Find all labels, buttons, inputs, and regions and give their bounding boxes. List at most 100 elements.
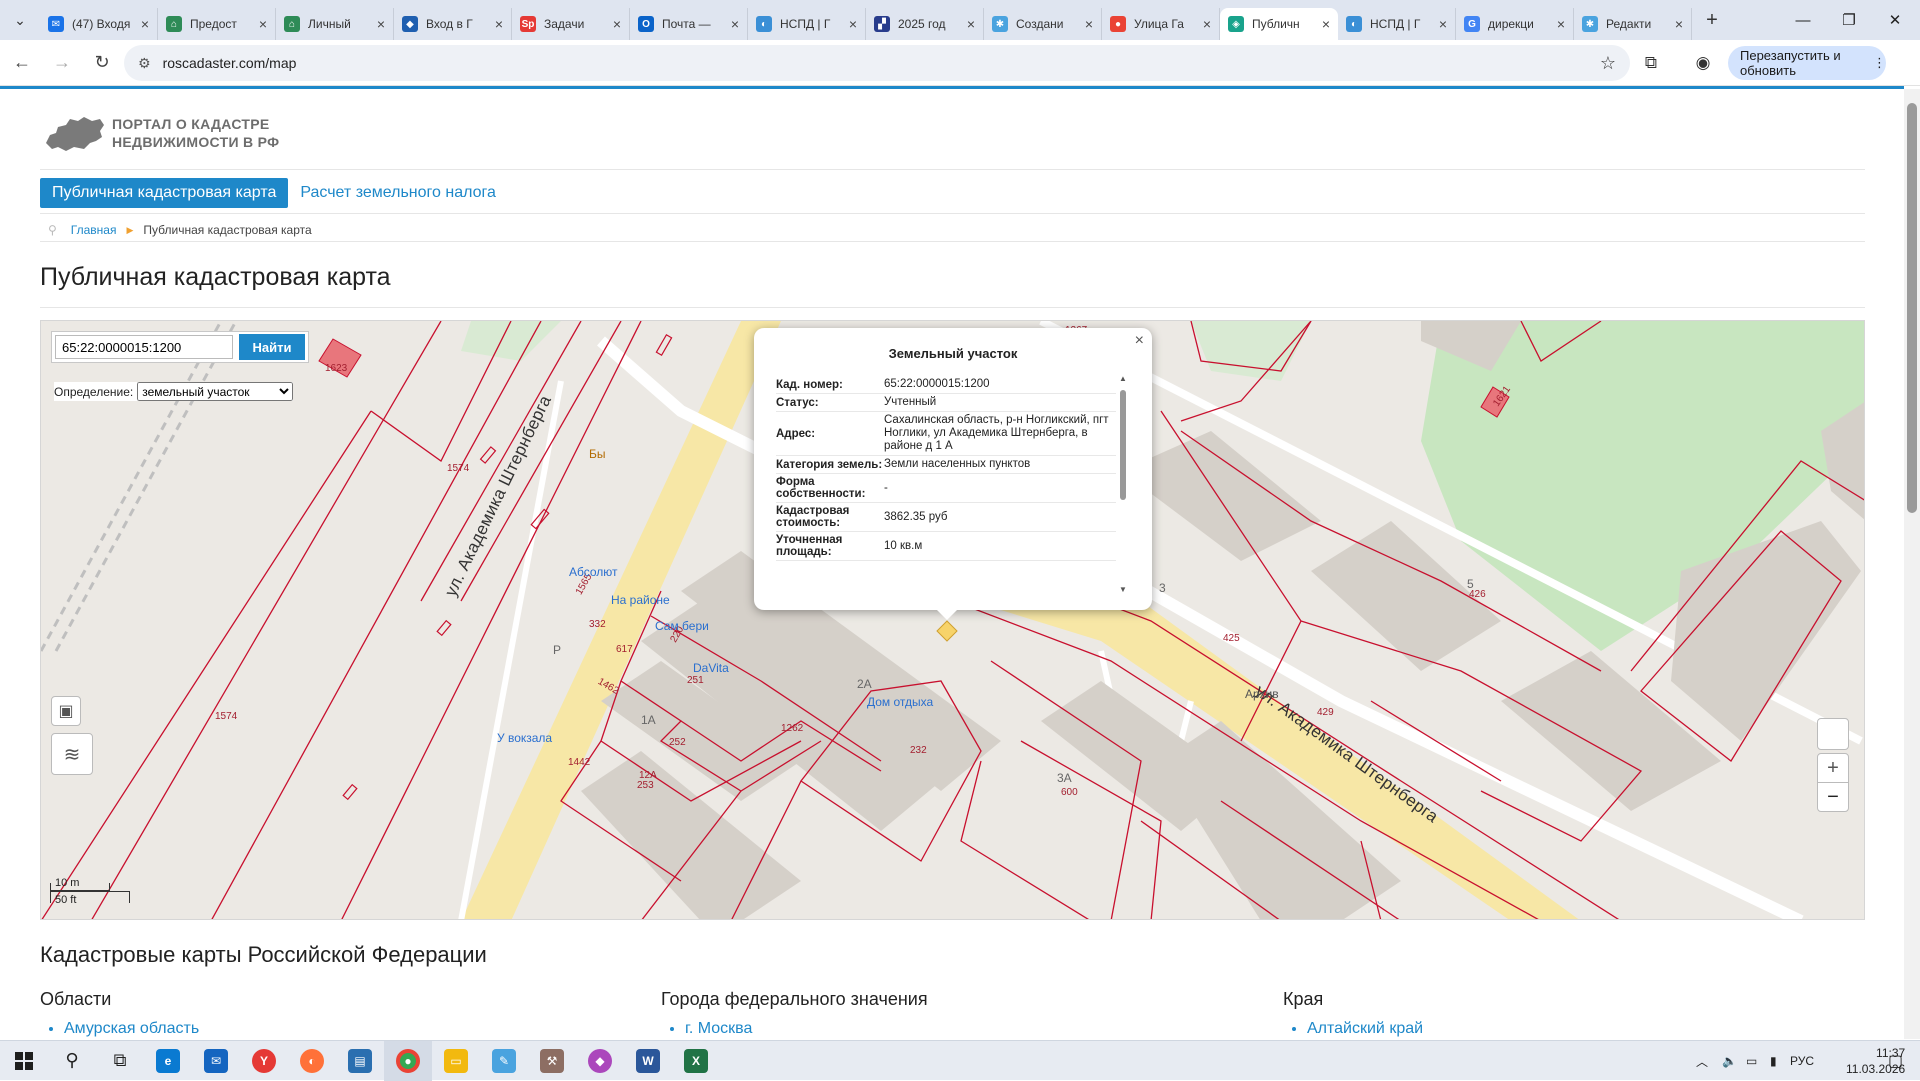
reload-icon[interactable]: ↻ — [84, 45, 120, 81]
federal-city-link[interactable]: г. Москва — [685, 1020, 928, 1038]
close-window-icon[interactable]: ✕ — [1872, 0, 1918, 40]
tab-close-icon[interactable]: × — [1439, 16, 1447, 32]
tab-close-icon[interactable]: × — [849, 16, 857, 32]
windows-start-icon[interactable] — [0, 1041, 48, 1081]
scroll-down-icon[interactable]: ▼ — [1119, 585, 1127, 594]
chrome-icon[interactable]: ● — [384, 1040, 432, 1081]
bookmark-star-icon[interactable]: ☆ — [1600, 53, 1616, 74]
breadcrumb-home[interactable]: Главная — [71, 223, 117, 237]
layers-icon[interactable]: ≋ — [51, 733, 93, 775]
tab-close-icon[interactable]: × — [1203, 16, 1211, 32]
language-indicator[interactable]: РУС — [1790, 1041, 1814, 1081]
zoom-out-button[interactable]: − — [1817, 782, 1849, 812]
browser-tab[interactable]: ▞ 2025 год × — [866, 8, 984, 40]
notifications-icon[interactable]: ▢ — [1888, 1041, 1903, 1081]
scroll-up-icon[interactable]: ▲ — [1119, 374, 1127, 383]
tool-icon[interactable]: ⚒ — [528, 1041, 576, 1081]
tab-close-icon[interactable]: × — [495, 16, 503, 32]
mail-icon[interactable]: ✉ — [192, 1041, 240, 1081]
page-scrollbar[interactable] — [1904, 89, 1920, 1039]
poi-label[interactable]: На районе — [611, 593, 670, 607]
browser-tab[interactable]: ◈ Публичн × — [1220, 8, 1338, 40]
poi-label[interactable]: Архив — [1245, 687, 1279, 701]
region-link[interactable]: Амурская область — [64, 1020, 199, 1038]
browser-tab[interactable]: ⌂ Предост × — [158, 8, 276, 40]
browser-tab[interactable]: O Почта — × — [630, 8, 748, 40]
poi-label[interactable]: Сам бери — [655, 619, 709, 633]
tab-search-icon[interactable]: ⌄ — [0, 0, 40, 40]
krai-link[interactable]: Алтайский край — [1307, 1020, 1423, 1038]
parcel-label: 3 — [1159, 581, 1166, 595]
back-icon[interactable]: ← — [4, 45, 40, 81]
word-icon[interactable]: W — [624, 1041, 672, 1081]
nav-land-tax[interactable]: Расчет земельного налога — [288, 178, 508, 208]
browser-tab[interactable]: ✉ (47) Входя × — [40, 8, 158, 40]
site-info-icon[interactable]: ⚙ — [138, 55, 151, 72]
battery-icon[interactable]: ▮ — [1770, 1041, 1777, 1081]
firefox-icon[interactable]: ◐ — [288, 1041, 336, 1081]
edge-icon[interactable]: e — [144, 1041, 192, 1081]
browser-tab[interactable]: ◐ НСПД | Г × — [748, 8, 866, 40]
address-bar[interactable]: ⚙ roscadaster.com/map ☆ — [124, 45, 1630, 81]
tab-close-icon[interactable]: × — [1322, 16, 1330, 32]
browser-tab[interactable]: ◐ НСПД | Г × — [1338, 8, 1456, 40]
relaunch-button[interactable]: Перезапустить и обновить ⋮ — [1728, 46, 1886, 80]
drop-app-icon[interactable]: ◆ — [576, 1041, 624, 1081]
tab-close-icon[interactable]: × — [613, 16, 621, 32]
volume-icon[interactable]: 🔈 — [1722, 1041, 1737, 1081]
restore-icon[interactable]: ❐ — [1826, 0, 1872, 40]
browser-tab[interactable]: ✱ Редакти × — [1574, 8, 1692, 40]
poi-label[interactable]: DaVita — [693, 661, 729, 675]
tab-close-icon[interactable]: × — [1675, 16, 1683, 32]
page-scroll-thumb[interactable] — [1907, 103, 1917, 513]
tab-favicon-icon: ● — [1110, 16, 1126, 32]
zoom-in-button[interactable]: + — [1817, 753, 1849, 783]
file-explorer-icon[interactable]: ▭ — [432, 1041, 480, 1081]
popup-scrollbar[interactable]: ▲ ▼ — [1119, 374, 1127, 594]
poi-label[interactable]: Бы — [589, 447, 606, 461]
excel-icon[interactable]: X — [672, 1041, 720, 1081]
extensions-icon[interactable]: ⧉ — [1636, 48, 1666, 78]
definition-select[interactable]: земельный участок — [137, 382, 294, 401]
browser-tab[interactable]: ✱ Создани × — [984, 8, 1102, 40]
tab-close-icon[interactable]: × — [967, 16, 975, 32]
url-text[interactable]: roscadaster.com/map — [163, 55, 297, 71]
cadastral-map[interactable]: 1623 1574 1565 332 617 220 251 1462 1262 252 253 14… — [40, 320, 1865, 920]
poi-label[interactable]: Абсолют — [569, 565, 618, 579]
poi-label[interactable]: У вокзала — [497, 731, 552, 745]
nav-cadastral-map[interactable]: Публичная кадастровая карта — [40, 178, 289, 208]
tab-close-icon[interactable]: × — [141, 16, 149, 32]
yandex-browser-icon[interactable]: Y — [240, 1041, 288, 1081]
forward-icon[interactable]: → — [44, 45, 80, 81]
poi-label[interactable]: Дом отдыха — [867, 695, 933, 709]
tab-title: Личный — [308, 17, 351, 31]
more-menu-icon[interactable]: ⋮ — [1873, 55, 1886, 71]
site-logo[interactable]: ПОРТАЛ О КАДАСТРЕ НЕДВИЖИМОСТИ В РФ — [44, 113, 279, 153]
minimize-icon[interactable]: — — [1780, 0, 1826, 40]
browser-tab[interactable]: ◆ Вход в Г × — [394, 8, 512, 40]
notepad-icon[interactable]: ✎ — [480, 1041, 528, 1081]
find-button[interactable]: Найти — [239, 334, 305, 360]
logo-text: ПОРТАЛ О КАДАСТРЕ НЕДВИЖИМОСТИ В РФ — [112, 115, 279, 151]
search-icon[interactable]: ⚲ — [48, 1041, 96, 1081]
tray-chevron-icon[interactable]: ︿ — [1696, 1041, 1708, 1081]
tab-close-icon[interactable]: × — [1557, 16, 1565, 32]
fullscreen-icon[interactable]: ▣ — [51, 696, 81, 726]
popup-scroll-thumb[interactable] — [1120, 390, 1126, 500]
app-icon[interactable]: ▤ — [336, 1041, 384, 1081]
browser-tab[interactable]: ● Улица Га × — [1102, 8, 1220, 40]
browser-tab[interactable]: Gдирекци × — [1456, 8, 1574, 40]
tab-close-icon[interactable]: × — [259, 16, 267, 32]
tab-close-icon[interactable]: × — [731, 16, 739, 32]
task-view-icon[interactable]: ⧉ — [96, 1041, 144, 1081]
browser-tab[interactable]: Sp Задачи × — [512, 8, 630, 40]
breadcrumb: ⚲ Главная ▶ Публичная кадастровая карта — [48, 223, 312, 237]
new-tab-button[interactable]: + — [1698, 6, 1726, 34]
tab-close-icon[interactable]: × — [377, 16, 385, 32]
browser-tab[interactable]: ⌂ Личный × — [276, 8, 394, 40]
network-icon[interactable]: ▭ — [1746, 1041, 1757, 1081]
tab-close-icon[interactable]: × — [1085, 16, 1093, 32]
cadastral-number-input[interactable] — [55, 335, 233, 359]
map-tool-button[interactable] — [1817, 718, 1849, 750]
profile-icon[interactable]: ◉ — [1688, 48, 1718, 78]
